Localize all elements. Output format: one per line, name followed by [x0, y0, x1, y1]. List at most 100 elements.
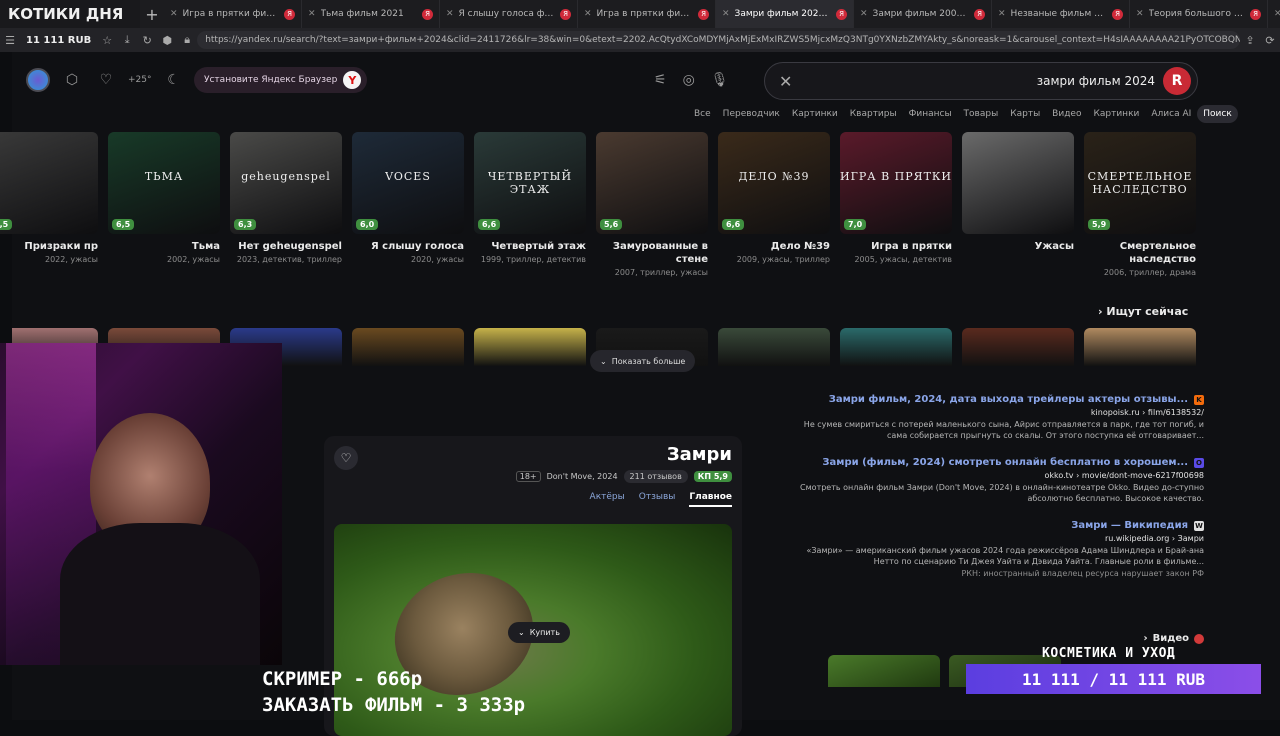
nav-tab[interactable]: Картинки	[1087, 105, 1145, 123]
avatar[interactable]	[26, 68, 50, 92]
tab-close-icon[interactable]: ✕	[722, 9, 730, 19]
movie-card[interactable]: 5,6 Замурованные в стене 2007, триллер, уж…	[596, 132, 708, 277]
filters-icon[interactable]: ⚟	[654, 72, 667, 88]
wallet-balance[interactable]: 11 111 RUB	[20, 35, 97, 46]
tab-label: Я слышу голоса фильм 2020	[458, 9, 555, 19]
tab-reviews[interactable]: Отзывы	[639, 492, 676, 507]
nav-tab[interactable]: Поиск	[1197, 105, 1238, 123]
bookmark-icon[interactable]: ☆	[97, 34, 117, 47]
weather-temp[interactable]: +25°	[128, 75, 152, 85]
video-thumbnail[interactable]	[828, 655, 940, 687]
refresh-icon[interactable]: ↻	[137, 34, 157, 47]
tab-close-icon[interactable]: ✕	[998, 9, 1006, 19]
tab-close-icon[interactable]: ✕	[446, 9, 454, 19]
movie-card[interactable]: ТЬМА 6,5 Тьма 2002, ужасы	[108, 132, 220, 264]
favorite-heart-icon[interactable]: ♡	[334, 446, 358, 470]
protect-icon[interactable]: ⬢	[157, 34, 177, 47]
browser-tab[interactable]: ✕ Игра в прятки фильм 2002 — Янде Я	[164, 0, 302, 28]
url-field[interactable]: https://yandex.ru/search/?text=замри+фил…	[197, 31, 1240, 49]
new-tab-icon[interactable]: +	[140, 5, 164, 24]
browser-tab[interactable]: ✕ Я слышу голоса фильм 2020 Я	[440, 0, 578, 28]
result-snippet: Не сумев смириться с потерей маленького …	[803, 420, 1204, 440]
search-box[interactable]: ✕ R	[764, 62, 1198, 100]
movie-card[interactable]: Ужасы	[962, 132, 1074, 255]
tab-main[interactable]: Главное	[689, 492, 732, 507]
nav-tab[interactable]: Квартиры	[844, 105, 903, 123]
microphone-icon[interactable]: 🎙︎	[711, 72, 729, 88]
tab-close-icon[interactable]: ✕	[170, 9, 178, 19]
tab-label: Замри фильм 2008 — Я	[872, 9, 969, 19]
browser-tab[interactable]: ✕ Замри фильм 2024 — Янде Я	[716, 0, 854, 28]
search-result: Замри (фильм, 2024) смотреть онлайн бесп…	[784, 457, 1204, 504]
search-input[interactable]	[799, 74, 1163, 88]
browser-tab[interactable]: ✕ Тьма фильм 2021 Я	[302, 0, 440, 28]
browser-tab[interactable]: ✕Игра вдовы фильм 2025Я	[1268, 0, 1280, 28]
movie-title: Игра в прятки	[871, 241, 952, 252]
tab-close-icon[interactable]: ✕	[584, 9, 592, 19]
videos-heading[interactable]: › Видео	[784, 633, 1204, 644]
movie-card[interactable]: VOCES 6,0 Я слышу голоса 2020, ужасы	[352, 132, 464, 264]
movie-poster: ИГРА В ПРЯТКИ 7,0	[840, 132, 952, 234]
nav-tab[interactable]: Товары	[958, 105, 1005, 123]
download-icon[interactable]: ⤓	[117, 33, 137, 47]
site-favicon-icon: W	[1194, 520, 1204, 531]
cube-icon[interactable]: ⬡	[60, 68, 84, 92]
result-title-link[interactable]: Замри (фильм, 2024) смотреть онлайн бесп…	[822, 457, 1188, 468]
reload-icon[interactable]: ⟳	[1260, 34, 1280, 47]
nav-tab[interactable]: Видео	[1046, 105, 1087, 123]
also-searched-thumbnail[interactable]	[1084, 328, 1196, 366]
install-browser-promo[interactable]: Установите Яндекс Браузер Y	[194, 67, 368, 93]
browser-tab[interactable]: ✕ Теория большого взрыва Я	[1130, 0, 1268, 28]
chevron-down-icon: ⌄	[600, 356, 607, 366]
nav-tab[interactable]: Переводчик	[717, 105, 786, 123]
also-searched-thumbnail[interactable]	[474, 328, 586, 366]
browser-tab[interactable]: ✕ Игра в прятки фильм 2005 Я	[578, 0, 716, 28]
also-searched-heading[interactable]: › Ищут сейчас	[1098, 305, 1188, 318]
result-title-link[interactable]: Замри фильм, 2024, дата выхода трейлеры …	[829, 394, 1188, 405]
heart-icon[interactable]: ♡	[94, 68, 118, 92]
menu-icon[interactable]: ☰	[0, 34, 20, 47]
movie-title: Ужасы	[1034, 241, 1074, 252]
nav-tab[interactable]: Картинки	[786, 105, 844, 123]
browser-tab[interactable]: ✕ Замри фильм 2008 — Я Я	[854, 0, 992, 28]
movie-poster: geheugenspel 6,3	[230, 132, 342, 234]
nav-tab[interactable]: Финансы	[903, 105, 958, 123]
movie-card[interactable]: ИГРА В ПРЯТКИ 7,0 Игра в прятки 2005, ужасы…	[840, 132, 952, 264]
movie-card[interactable]: ЧЕТВЕРТЫЙ ЭТАЖ 6,6 Четвертый этаж 1999, три…	[474, 132, 586, 264]
nav-tab[interactable]: Карты	[1004, 105, 1046, 123]
show-more-button[interactable]: ⌄ Показать больше	[590, 350, 696, 372]
movie-card[interactable]: geheugenspel 6,3 Нет geheugenspel 2023, дет…	[230, 132, 342, 264]
result-url[interactable]: okko.tv › movie/dont-move-6217f00698	[784, 471, 1204, 480]
movie-card[interactable]: ДЕЛО №39 6,6 Дело №39 2009, ужасы, триллер	[718, 132, 830, 264]
moon-icon[interactable]: ☾	[162, 68, 186, 92]
result-url[interactable]: kinopoisk.ru › film/6138532/	[784, 408, 1204, 417]
also-searched-thumbnail[interactable]	[962, 328, 1074, 366]
also-searched-thumbnail[interactable]	[352, 328, 464, 366]
also-searched-thumbnail[interactable]	[840, 328, 952, 366]
clear-icon[interactable]: ✕	[779, 72, 799, 91]
movie-card[interactable]: СМЕРТЕЛЬНОЕ НАСЛЕДСТВО 5,9 Смертельное нас…	[1084, 132, 1196, 277]
tab-close-icon[interactable]: ✕	[860, 9, 868, 19]
movie-poster: 5,5	[0, 132, 98, 234]
camera-icon[interactable]: ◎	[683, 72, 695, 88]
result-url[interactable]: ru.wikipedia.org › Замри	[784, 534, 1204, 543]
search-result: Замри фильм, 2024, дата выхода трейлеры …	[784, 394, 1204, 441]
share-icon[interactable]: ⇪	[1240, 34, 1260, 47]
also-searched-thumbnail[interactable]	[718, 328, 830, 366]
movie-card[interactable]: 5,5 Призраки пр 2022, ужасы	[0, 132, 98, 264]
buy-button[interactable]: ⌄ Купить	[508, 622, 570, 643]
browser-tab[interactable]: ✕ Незваные фильм 2008 Я	[992, 0, 1130, 28]
movie-title: Дело №39	[770, 241, 830, 252]
nav-tab[interactable]: Все	[688, 105, 717, 123]
tab-actors[interactable]: Актёры	[590, 492, 625, 507]
poster-text: СМЕРТЕЛЬНОЕ НАСЛЕДСТВО	[1087, 170, 1193, 196]
movie-meta: 2009, ужасы, триллер	[736, 255, 830, 264]
tab-close-icon[interactable]: ✕	[1274, 9, 1280, 19]
poster-text: ЧЕТВЕРТЫЙ ЭТАЖ	[487, 170, 573, 196]
reviews-badge[interactable]: 211 отзывов	[623, 470, 688, 483]
result-title-link[interactable]: Замри — Википедия	[1071, 520, 1188, 531]
tab-close-icon[interactable]: ✕	[308, 9, 316, 19]
tab-close-icon[interactable]: ✕	[1136, 9, 1144, 19]
nav-tab[interactable]: Алиса AI	[1145, 105, 1197, 123]
movie-title: Призраки пр	[24, 241, 98, 252]
